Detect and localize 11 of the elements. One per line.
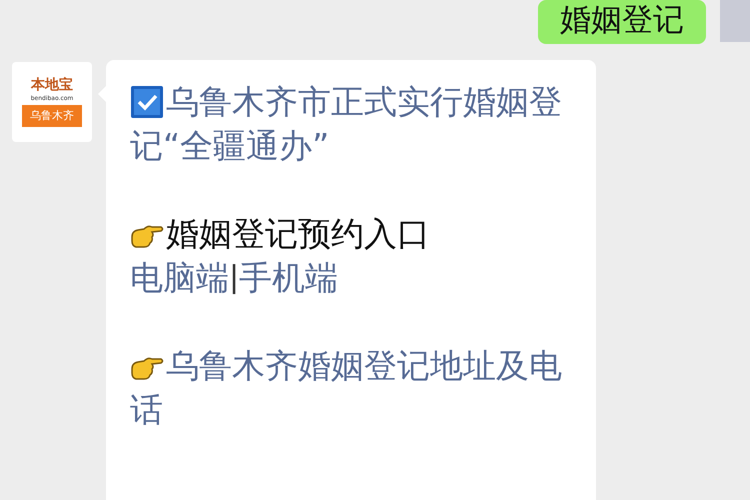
message-bubble: 婚姻登记 <box>538 0 706 44</box>
link[interactable]: 电脑端 <box>130 256 229 300</box>
article-link[interactable]: 乌鲁木齐婚姻登记地址及电话 <box>130 344 572 432</box>
checkbox-icon <box>130 85 164 119</box>
link[interactable]: 手机端 <box>239 256 338 300</box>
avatar <box>720 0 750 42</box>
city-label: 乌鲁木齐 <box>22 105 82 127</box>
section-heading: 婚姻登记预约入口 <box>166 214 430 253</box>
article-link[interactable]: 乌鲁木齐市正式实行婚姻登记“全疆通办” <box>130 80 572 168</box>
logo-text: 本地宝 <box>31 77 73 93</box>
link-separator: | <box>229 259 240 297</box>
